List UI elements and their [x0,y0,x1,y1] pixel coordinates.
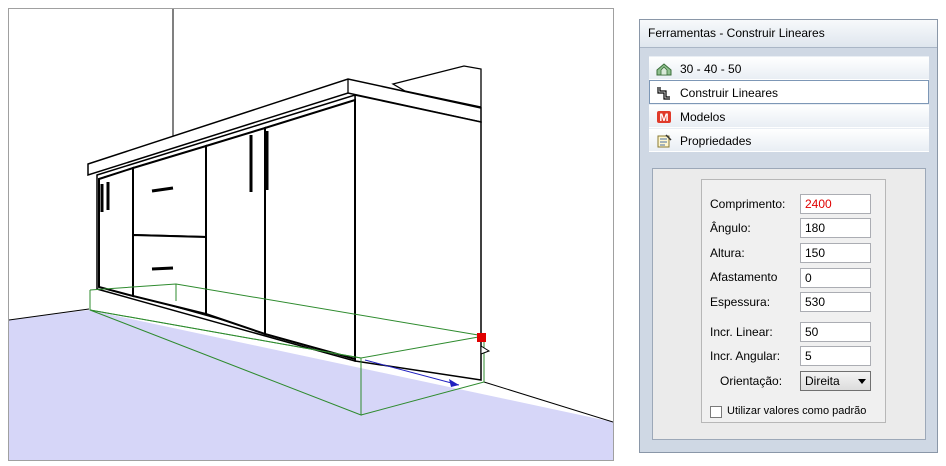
properties-icon [657,134,672,148]
chevron-down-icon [858,379,866,384]
orientacao-label: Orientação: [720,374,783,388]
tools-panel: Ferramentas - Construir Lineares 30 - 40… [639,19,938,453]
incr-linear-input[interactable] [800,322,871,342]
scene-drawing [9,9,613,460]
menu-item-propriedades[interactable]: Propriedades [649,128,929,152]
menu-item-modelos[interactable]: M Modelos [649,104,929,128]
incr-angular-input[interactable] [800,346,871,366]
menu-item-label: Construir Lineares [680,86,779,100]
cursor-icon [480,345,491,355]
door-1 [98,166,134,298]
incr-linear-label: Incr. Linear: [710,325,773,339]
incr-angular-label: Incr. Angular: [710,349,781,363]
angulo-input[interactable] [800,218,871,238]
angulo-label: Ângulo: [710,221,751,235]
svg-text:M: M [659,112,668,124]
panel-title: Ferramentas - Construir Lineares [640,20,937,48]
default-values-checkbox[interactable] [710,406,722,418]
menu-item-30-40-50[interactable]: 30 - 40 - 50 [649,56,929,80]
house-icon [656,63,672,76]
altura-label: Altura: [710,246,745,260]
linear-path-icon [657,87,670,100]
comprimento-label: Comprimento: [710,197,786,211]
afastamento-label: Afastamento [710,270,778,284]
door-2 [205,126,266,336]
default-values-label: Utilizar valores como padrão [727,405,867,417]
drawer-upper [132,144,207,239]
models-m-icon: M [657,111,671,124]
properties-form: Comprimento: Ângulo: Altura: Afastamento… [701,179,886,423]
door-3 [264,98,356,361]
comprimento-input[interactable] [800,194,871,214]
altura-input[interactable] [800,243,871,263]
menu-item-label: 30 - 40 - 50 [680,62,742,76]
afastamento-input[interactable] [800,268,871,288]
espessura-input[interactable] [800,292,871,312]
properties-form-container: Comprimento: Ângulo: Altura: Afastamento… [652,168,926,440]
menu-item-label: Modelos [680,110,726,124]
menu-item-label: Propriedades [680,134,752,148]
orientacao-select[interactable]: Direita [800,371,871,391]
tools-menu: 30 - 40 - 50 Construir Lineares M Modelo… [649,56,929,152]
cabinet-side [354,94,482,381]
orientacao-selected-value: Direita [805,374,840,388]
espessura-label: Espessura: [710,295,771,309]
3d-viewport[interactable] [8,8,614,461]
insertion-point-marker[interactable] [477,333,486,342]
menu-item-construir-lineares[interactable]: Construir Lineares [649,80,929,104]
